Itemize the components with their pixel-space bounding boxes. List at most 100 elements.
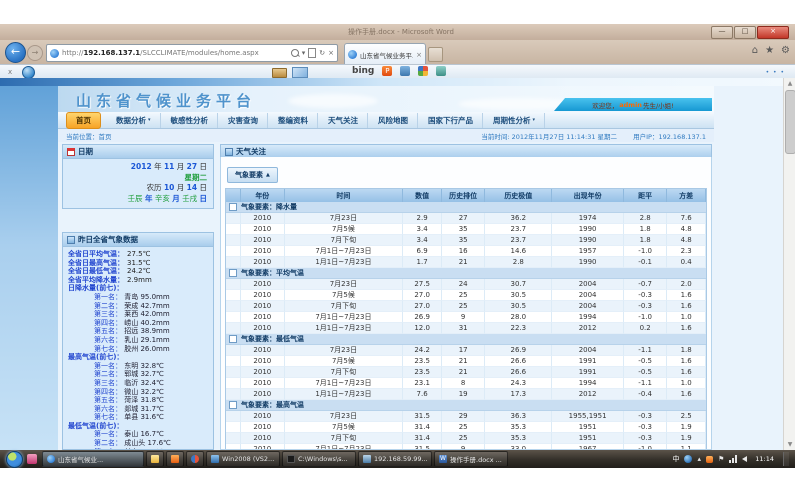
minimize-button[interactable]: — — [711, 26, 733, 39]
table-cell: 1990 — [552, 257, 624, 268]
pinned-app-icon[interactable] — [27, 454, 37, 464]
nav-item-1[interactable]: 数据分析▾ — [107, 113, 161, 128]
ime-indicator[interactable]: 中 — [672, 454, 679, 464]
scroll-up-icon[interactable]: ▲ — [784, 78, 795, 89]
table-row[interactable]: 20101月1日~7月23日1.7212.81990-0.10.4 — [226, 257, 706, 268]
address-bar[interactable]: http://192.168.137.1/SLCCLIMATE/modules/… — [46, 44, 338, 62]
tab-close-icon[interactable]: × — [416, 51, 422, 59]
table-cell: 27.0 — [403, 290, 442, 301]
browser-tab[interactable]: 山东省气候业务平... × — [344, 43, 426, 65]
stop-icon[interactable]: × — [328, 49, 334, 57]
table-row[interactable]: 20107月1日~7月23日23.1824.31994-1.11.0 — [226, 378, 706, 389]
tray-app-icon[interactable] — [684, 455, 692, 463]
scrollbar-thumb[interactable] — [785, 90, 795, 154]
table-cell: 24.3 — [485, 378, 552, 389]
forward-button[interactable]: → — [27, 45, 43, 61]
table-row[interactable]: 20107月下旬27.02530.52004-0.31.6 — [226, 301, 706, 312]
taskbar-clock[interactable]: 11:14 — [755, 455, 774, 463]
screen-capture: 操作手册.docx - Microsoft Word — □ × ← → htt… — [0, 24, 795, 468]
ranking-item: 第七名： 胶州 26.0mm — [68, 345, 210, 354]
mail-icon[interactable] — [292, 67, 308, 78]
site-title: 山东省气候业务平台 — [76, 90, 256, 111]
taskbar-ie-button[interactable]: 山东省气候业... — [42, 451, 144, 467]
group-checkbox[interactable] — [229, 203, 237, 211]
maximize-button[interactable]: □ — [734, 26, 756, 39]
addon-icon-2[interactable] — [400, 66, 410, 76]
start-button[interactable] — [6, 451, 23, 468]
table-row[interactable]: 20107月1日~7月23日26.9928.01994-1.01.0 — [226, 312, 706, 323]
table-row[interactable]: 20101月1日~7月23日12.03122.320120.21.6 — [226, 323, 706, 334]
group-checkbox[interactable] — [229, 401, 237, 409]
nav-item-0[interactable]: 首页 — [66, 112, 101, 129]
action-center-flag-icon[interactable]: ⚑ — [718, 454, 724, 464]
network-icon[interactable] — [729, 455, 737, 463]
table-row[interactable]: 20107月下旬23.52126.61991-0.51.6 — [226, 367, 706, 378]
table-row[interactable]: 20107月1日~7月23日6.91614.61957-1.02.3 — [226, 246, 706, 257]
nav-item-3[interactable]: 灾害查询 — [219, 113, 268, 128]
taskbar-explorer-button[interactable] — [146, 451, 164, 467]
url-text[interactable]: http://192.168.137.1/SLCCLIMATE/modules/… — [62, 49, 288, 57]
table-row[interactable]: 20107月23日2.92736.219742.87.6 — [226, 213, 706, 224]
browser-navigation-bar: ← → http://192.168.137.1/SLCCLIMATE/modu… — [0, 40, 795, 64]
element-filter-button[interactable]: 气象要素 ▲ — [227, 167, 278, 183]
nav-item-8[interactable]: 周期性分析▾ — [484, 113, 545, 128]
table-row[interactable]: 20107月23日31.52936.31955,1951-0.32.5 — [226, 411, 706, 422]
table-cell: 27.0 — [403, 301, 442, 312]
table-row[interactable]: 20107月下旬3.43523.719901.84.8 — [226, 235, 706, 246]
bing-logo[interactable]: bing — [352, 66, 374, 76]
table-cell: 1991 — [552, 367, 624, 378]
table-row[interactable]: 20107月5候27.02530.52004-0.31.6 — [226, 290, 706, 301]
table-cell: 17.3 — [485, 389, 552, 400]
nav-menu: 首页数据分析▾敏感性分析灾害查询整编资料天气关注风险地图国家下行产品周期性分析▾ — [58, 112, 714, 129]
table-row[interactable]: 20101月1日~7月23日7.61917.32012-0.41.6 — [226, 389, 706, 400]
taskbar-window-button-0[interactable]: Win2008 (VS2... — [206, 451, 280, 467]
table-row[interactable]: 20107月23日27.52430.72004-0.72.0 — [226, 279, 706, 290]
show-desktop-button[interactable] — [783, 452, 789, 466]
addon-icon-1[interactable]: P — [382, 66, 392, 76]
nav-item-6[interactable]: 风险地图 — [369, 113, 418, 128]
nav-item-5[interactable]: 天气关注 — [319, 113, 368, 128]
group-checkbox[interactable] — [229, 269, 237, 277]
camera-icon[interactable] — [272, 68, 287, 78]
page-scrollbar[interactable]: ▲ ▼ — [783, 78, 795, 450]
table-row[interactable]: 20107月5候31.42535.31951-0.31.9 — [226, 422, 706, 433]
scroll-down-icon[interactable]: ▼ — [784, 439, 795, 450]
nav-item-4[interactable]: 整编资料 — [269, 113, 318, 128]
speaker-icon[interactable] — [742, 456, 747, 462]
taskbar-window-button-3[interactable]: W操作手册.docx ... — [434, 451, 508, 467]
table-row[interactable]: 20107月23日24.21726.92004-1.11.8 — [226, 345, 706, 356]
addon-icon-3[interactable] — [418, 66, 428, 76]
search-icon[interactable] — [291, 49, 299, 57]
new-tab-button[interactable] — [428, 47, 443, 62]
group-checkbox[interactable] — [229, 335, 237, 343]
nav-item-2[interactable]: 敏感性分析 — [162, 113, 219, 128]
close-button[interactable]: × — [757, 26, 789, 39]
settings-gear-icon[interactable]: ⚙ — [781, 45, 790, 56]
table-cell: 28.0 — [485, 312, 552, 323]
nav-item-7[interactable]: 国家下行产品 — [419, 113, 483, 128]
taskbar-window-button-2[interactable]: 192.168.59.99... — [358, 451, 432, 467]
home-icon[interactable]: ⌂ — [752, 45, 758, 56]
hidden-icons-arrow[interactable]: ▴ — [697, 454, 701, 464]
back-button[interactable]: ← — [5, 42, 26, 63]
table-cell: -0.1 — [624, 257, 667, 268]
table-cell: 36.3 — [485, 411, 552, 422]
tray-orange-icon[interactable] — [706, 456, 713, 463]
table-cell: 22.3 — [485, 323, 552, 334]
taskbar-app-button-2[interactable] — [186, 451, 204, 467]
compat-view-icon[interactable] — [308, 48, 316, 58]
taskbar-app-button-1[interactable] — [166, 451, 184, 467]
table-row[interactable]: 20107月下旬31.42535.31951-0.31.9 — [226, 433, 706, 444]
refresh-icon[interactable]: ↻ — [319, 49, 325, 57]
table-row[interactable]: 20107月5候23.52126.61991-0.51.6 — [226, 356, 706, 367]
column-header: 距平 — [624, 189, 667, 202]
more-tools-icon[interactable]: • • • — [766, 69, 785, 76]
addon-icon-4[interactable] — [436, 66, 446, 76]
table-row[interactable]: 20107月5候3.43523.719901.84.8 — [226, 224, 706, 235]
favorites-star-icon[interactable]: ★ — [765, 45, 774, 56]
table-cell: 2010 — [241, 290, 284, 301]
dropdown-icon[interactable]: ▾ — [302, 49, 306, 57]
toolbar-close-icon[interactable]: x — [8, 68, 12, 76]
table-cell: 2012 — [552, 389, 624, 400]
taskbar-window-button-1[interactable]: C:\Windows\s... — [282, 451, 356, 467]
